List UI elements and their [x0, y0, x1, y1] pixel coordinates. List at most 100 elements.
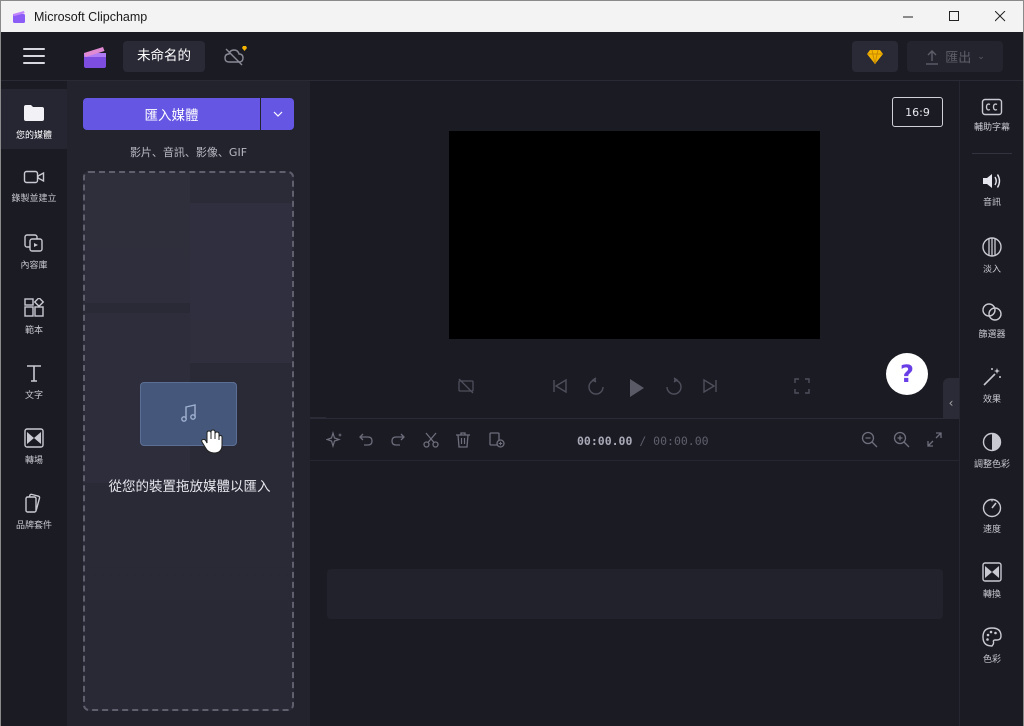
transition-icon	[982, 562, 1002, 582]
aspect-ratio-button[interactable]: 16:9	[892, 97, 943, 127]
help-button[interactable]: ?	[886, 353, 928, 395]
sidebar-item-captions[interactable]: 輔助字幕	[960, 98, 1024, 153]
title-bar: Microsoft Clipchamp	[1, 1, 1023, 32]
forward-5s-icon[interactable]	[664, 377, 684, 397]
media-panel: 匯入媒體 影片、音訊、影像、GIF 從您的裝置拖放媒體以匯入	[67, 81, 310, 726]
minimize-button[interactable]	[885, 1, 931, 32]
import-media-button[interactable]: 匯入媒體	[83, 98, 260, 130]
clipchamp-app-icon	[13, 10, 25, 23]
properties-sidebar: 輔助字幕 音訊 淡入 篩選器 效果 調整色彩 速度 轉換 色彩	[959, 81, 1023, 726]
sidebar-item-label: 篩選器	[978, 330, 1006, 340]
play-icon[interactable]	[625, 377, 647, 399]
sidebar-item-adjust-colors[interactable]: 調整色彩	[960, 431, 1024, 486]
sidebar-item-transitions[interactable]: 轉場	[1, 414, 67, 474]
folder-icon	[24, 105, 44, 121]
maximize-button[interactable]	[931, 1, 977, 32]
window-controls	[885, 1, 1023, 32]
sidebar-item-effects[interactable]: 效果	[960, 366, 1024, 421]
skip-forward-icon[interactable]	[701, 377, 719, 395]
text-icon	[27, 365, 41, 382]
fullscreen-icon[interactable]	[793, 377, 811, 395]
app-header: 未命名的 匯出 ⌄	[1, 32, 1023, 81]
sidebar-item-text[interactable]: 文字	[1, 349, 67, 409]
audio-icon	[983, 174, 1001, 188]
sidebar-item-audio[interactable]: 音訊	[960, 171, 1024, 226]
timeline: 00:00.00 / 00:00.00	[310, 418, 959, 726]
hand-cursor-icon	[201, 429, 223, 454]
adjust-colors-icon	[982, 432, 1002, 452]
hide-preview-icon[interactable]	[457, 377, 475, 395]
sidebar-item-filters[interactable]: 篩選器	[960, 301, 1024, 356]
captions-icon	[981, 98, 1003, 116]
timeline-track[interactable]	[327, 569, 943, 619]
video-preview-canvas[interactable]	[449, 131, 820, 339]
background-blur	[190, 203, 292, 363]
menu-button[interactable]	[23, 48, 45, 64]
sidebar-item-fade[interactable]: 淡入	[960, 236, 1024, 291]
sidebar-item-label: 調整色彩	[973, 460, 1010, 470]
magic-sparkle-icon[interactable]	[326, 431, 344, 449]
window-title: Microsoft Clipchamp	[34, 9, 148, 24]
sidebar-item-label: 轉換	[982, 590, 1001, 600]
timecode: 00:00.00 / 00:00.00	[577, 434, 709, 448]
sidebar-item-label: 品牌套件	[15, 521, 52, 531]
close-icon	[994, 11, 1005, 22]
sidebar-item-your-media[interactable]: 您的媒體	[1, 89, 67, 149]
redo-icon[interactable]	[390, 431, 406, 447]
current-time: 00:00.00	[577, 434, 633, 448]
filters-icon	[982, 303, 1002, 321]
app-window: Microsoft Clipchamp 未命名的 匯出 ⌄ 您的媒體 錄製並建立…	[0, 0, 1024, 726]
sidebar-item-label: 效果	[982, 395, 1001, 405]
divider	[972, 153, 1012, 154]
total-time: 00:00.00	[653, 434, 709, 448]
sidebar-item-templates[interactable]: 範本	[1, 284, 67, 344]
cloud-sync-off-icon[interactable]	[223, 45, 249, 67]
playback-controls	[310, 371, 959, 401]
brand-kit-icon	[25, 493, 41, 513]
background-blur	[85, 173, 190, 303]
sidebar-item-speed[interactable]: 速度	[960, 496, 1024, 551]
export-button[interactable]: 匯出 ⌄	[907, 41, 1003, 72]
add-clip-icon[interactable]	[488, 431, 506, 449]
zoom-out-icon[interactable]	[861, 431, 878, 448]
timeline-toolbar: 00:00.00 / 00:00.00	[310, 419, 959, 461]
diamond-icon	[867, 49, 883, 64]
sidebar-item-label: 淡入	[982, 265, 1001, 275]
sidebar-item-label: 內容庫	[20, 261, 48, 271]
transition-icon	[24, 428, 44, 448]
skip-back-icon[interactable]	[551, 377, 569, 395]
undo-icon[interactable]	[358, 431, 374, 447]
chevron-down-icon	[273, 111, 282, 117]
templates-icon	[24, 298, 45, 317]
sidebar-item-label: 音訊	[982, 198, 1001, 208]
project-name-field[interactable]: 未命名的	[123, 41, 205, 72]
scissors-icon[interactable]	[422, 431, 440, 449]
dropzone-instructions: 從您的裝置拖放媒體以匯入	[108, 479, 271, 495]
export-label: 匯出	[945, 51, 972, 66]
premium-button[interactable]	[852, 41, 898, 72]
chevron-left-icon: ‹	[948, 396, 954, 410]
zoom-in-icon[interactable]	[893, 431, 910, 448]
sidebar-item-content-library[interactable]: 內容庫	[1, 219, 67, 279]
color-palette-icon	[982, 627, 1002, 647]
sidebar-item-label: 文字	[24, 391, 43, 401]
fit-to-view-icon[interactable]	[926, 431, 943, 448]
import-options-button[interactable]	[261, 98, 294, 130]
media-dropzone[interactable]: 從您的裝置拖放媒體以匯入	[83, 171, 294, 711]
sidebar-item-transition[interactable]: 轉換	[960, 561, 1024, 616]
music-note-icon	[180, 404, 196, 422]
sidebar-item-label: 範本	[24, 326, 43, 336]
trash-icon[interactable]	[455, 431, 471, 449]
time-separator: /	[632, 434, 654, 448]
clipchamp-logo-icon	[84, 47, 106, 68]
maximize-icon	[948, 11, 959, 21]
sidebar-item-label: 色彩	[982, 655, 1001, 665]
sidebar-item-label: 轉場	[24, 456, 43, 466]
sidebar-item-record-create[interactable]: 錄製並建立	[1, 154, 67, 214]
close-button[interactable]	[977, 1, 1023, 32]
rewind-5s-icon[interactable]	[586, 377, 606, 397]
left-sidebar: 您的媒體 錄製並建立 內容庫 範本 文字 轉場 品牌套件	[1, 81, 67, 726]
sidebar-item-color[interactable]: 色彩	[960, 626, 1024, 681]
sidebar-item-brand-kit[interactable]: 品牌套件	[1, 479, 67, 539]
sidebar-item-label: 錄製並建立	[11, 194, 57, 204]
